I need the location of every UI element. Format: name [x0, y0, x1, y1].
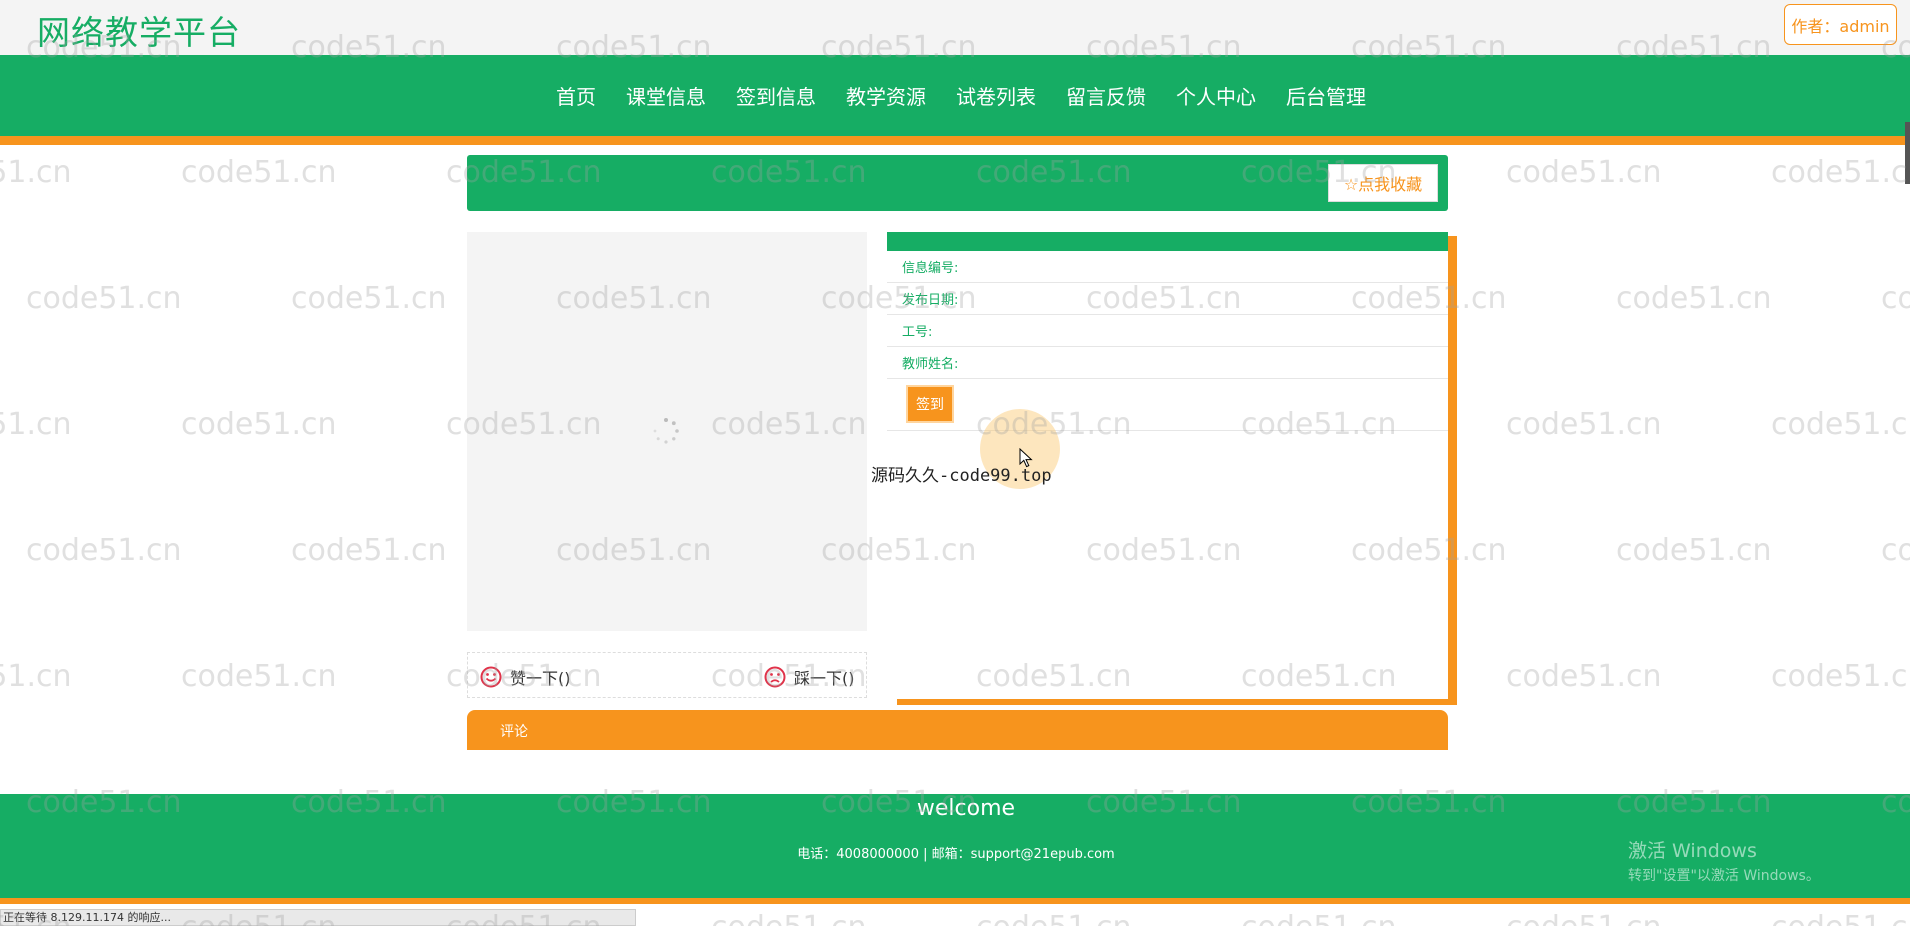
site-watermark: code51.cn [291, 533, 447, 568]
site-watermark: code51.cn [1616, 533, 1772, 568]
nav-item-classes[interactable]: 课堂信息 [626, 81, 706, 110]
site-watermark: code51.cn [26, 281, 182, 316]
favorite-button[interactable]: ☆点我收藏 [1328, 164, 1438, 202]
field-teacher-name: 教师姓名: [887, 347, 1448, 379]
site-watermark: code51.cn [0, 155, 72, 190]
site-watermark: code51.cn [1771, 155, 1910, 190]
site-watermark: code51.cn [1881, 281, 1910, 316]
info-accent-bottom [897, 699, 1457, 705]
field-staff-id: 工号: [887, 315, 1448, 347]
nav-item-exams[interactable]: 试卷列表 [956, 81, 1036, 110]
site-watermark: code51.cn [0, 407, 72, 442]
site-watermark: code51.cn [1506, 910, 1662, 926]
windows-activation-subtitle: 转到"设置"以激活 Windows。 [1628, 868, 1820, 884]
site-watermark: code51.cn [181, 155, 337, 190]
comment-label: 评论 [500, 724, 528, 740]
info-accent-right [1448, 236, 1457, 705]
main-nav: 首页 课堂信息 签到信息 教学资源 试卷列表 留言反馈 个人中心 后台管理 [0, 55, 1910, 136]
info-panel-header [887, 232, 1448, 251]
site-watermark: code51.cn [1616, 281, 1772, 316]
detail-title-bar [467, 155, 1448, 211]
site-watermark: code51.cn [181, 659, 337, 694]
site-title[interactable]: 网络教学平台 [37, 6, 241, 54]
dislike-label: 踩一下() [794, 669, 855, 688]
frown-face-icon [764, 666, 786, 688]
site-watermark: code51.cn [1506, 155, 1662, 190]
field-info-id: 信息编号: [887, 251, 1448, 283]
dislike-button[interactable]: 踩一下() [764, 665, 855, 689]
site-watermark: code51.cn [1881, 533, 1910, 568]
windows-activation-title: 激活 Windows [1628, 840, 1757, 862]
top-header [0, 0, 1910, 55]
browser-status-bar: 正在等待 8.129.11.174 的响应... [0, 909, 636, 926]
loading-spinner-icon [653, 418, 679, 444]
signin-row [887, 379, 1448, 431]
nav-accent-stripe [0, 136, 1910, 145]
signin-button[interactable]: 签到 [906, 385, 954, 423]
overlay-watermark-text: 源码久久-code99.top [871, 466, 1052, 486]
nav-item-home[interactable]: 首页 [556, 81, 596, 110]
windows-activation-watermark: 激活 Windows 转到"设置"以激活 Windows。 [1628, 836, 1820, 885]
footer-accent-stripe [0, 898, 1910, 904]
nav-item-signin[interactable]: 签到信息 [736, 81, 816, 110]
site-watermark: code51.cn [1771, 407, 1910, 442]
site-watermark: code51.cn [1771, 659, 1910, 694]
like-label: 赞一下() [510, 669, 571, 688]
site-watermark: code51.cn [26, 533, 182, 568]
scrollbar-edge[interactable] [1905, 122, 1910, 184]
site-watermark: code51.cn [0, 659, 72, 694]
nav-item-feedback[interactable]: 留言反馈 [1066, 81, 1146, 110]
vote-bar: 赞一下() 踩一下() [467, 652, 867, 698]
field-publish-date: 发布日期: [887, 283, 1448, 315]
author-badge[interactable]: 作者：admin [1784, 4, 1897, 45]
smile-face-icon [480, 666, 502, 688]
nav-item-admin[interactable]: 后台管理 [1286, 81, 1366, 110]
site-watermark: code51.cn [1771, 910, 1910, 926]
site-watermark: code51.cn [1506, 659, 1662, 694]
site-watermark: code51.cn [1241, 910, 1397, 926]
footer-contact: 电话：4008000000 | 邮箱：support@21epub.com [797, 847, 1115, 862]
site-watermark: code51.cn [181, 407, 337, 442]
nav-item-resources[interactable]: 教学资源 [846, 81, 926, 110]
comment-bar: 评论 [467, 710, 1448, 750]
footer-welcome: welcome [916, 796, 1016, 821]
like-button[interactable]: 赞一下() [480, 665, 571, 689]
site-watermark: code51.cn [976, 910, 1132, 926]
nav-item-profile[interactable]: 个人中心 [1176, 81, 1256, 110]
site-watermark: code51.cn [711, 910, 867, 926]
site-watermark: code51.cn [1506, 407, 1662, 442]
site-watermark: code51.cn [291, 281, 447, 316]
